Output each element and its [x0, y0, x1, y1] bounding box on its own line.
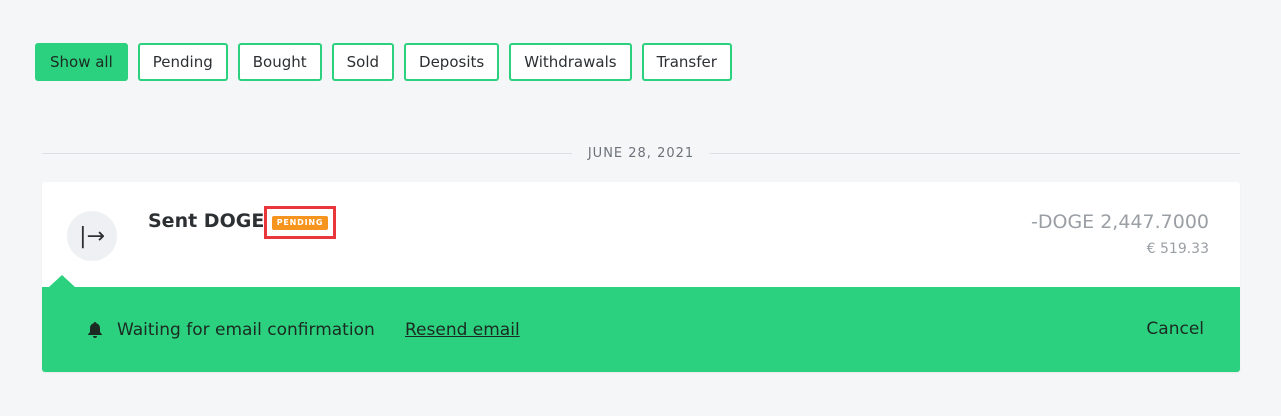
- filter-bought-button[interactable]: Bought: [237, 43, 322, 81]
- divider-line-right: [710, 152, 1240, 154]
- notice-message: Waiting for email confirmation: [117, 320, 375, 340]
- resend-email-link[interactable]: Resend email: [405, 320, 520, 340]
- filter-transfer-button[interactable]: Transfer: [641, 43, 732, 81]
- email-confirmation-notice: Waiting for email confirmation Resend em…: [42, 275, 1240, 372]
- pending-badge-highlight: PENDING: [264, 206, 336, 239]
- transaction-card[interactable]: |→ Sent DOGE PENDING -DOGE 2,447.7000 € …: [42, 182, 1240, 372]
- date-header: JUNE 28, 2021: [587, 145, 695, 161]
- bell-icon: [88, 322, 102, 338]
- filter-sold-button[interactable]: Sold: [331, 43, 395, 81]
- notice-pointer: [49, 275, 75, 287]
- date-divider: JUNE 28, 2021: [42, 143, 1240, 163]
- transaction-title: Sent DOGE: [148, 210, 265, 232]
- send-arrow-icon: |→: [67, 211, 117, 261]
- filter-pending-button[interactable]: Pending: [137, 43, 228, 81]
- cancel-button[interactable]: Cancel: [1146, 319, 1204, 339]
- transaction-fiat-amount: € 519.33: [1146, 241, 1209, 257]
- filter-deposits-button[interactable]: Deposits: [404, 43, 500, 81]
- divider-line-left: [42, 152, 572, 154]
- transaction-amount: -DOGE 2,447.7000: [1031, 211, 1209, 233]
- filter-show-all-button[interactable]: Show all: [35, 43, 128, 81]
- transaction-filter-bar: Show all Pending Bought Sold Deposits Wi…: [35, 43, 732, 81]
- status-badge: PENDING: [271, 215, 329, 230]
- filter-withdrawals-button[interactable]: Withdrawals: [509, 43, 632, 81]
